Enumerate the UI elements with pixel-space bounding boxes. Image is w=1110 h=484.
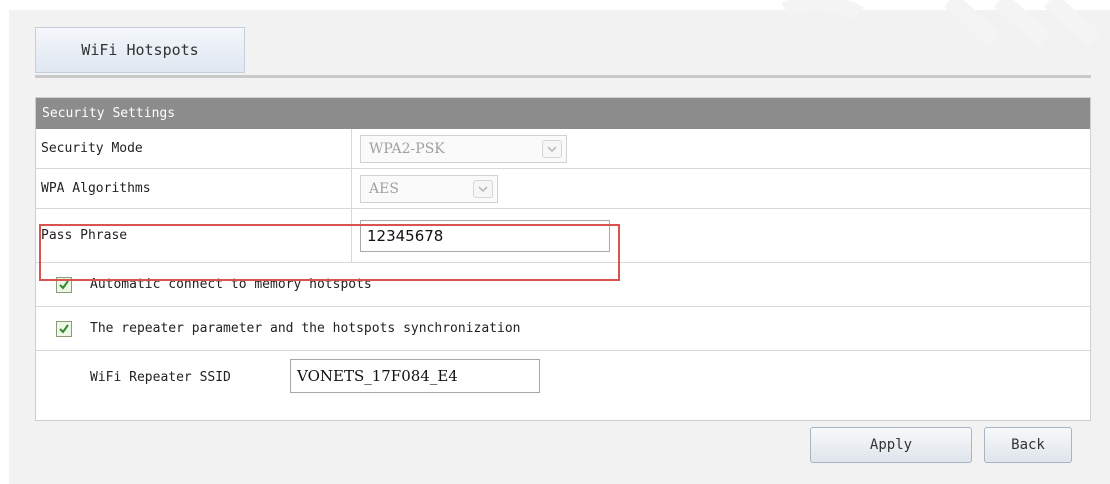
wpa-algorithms-value: AES — [369, 181, 399, 197]
section-header: Security Settings — [36, 98, 1090, 129]
pass-phrase-value: 12345678 — [367, 227, 444, 245]
pass-phrase-label: Pass Phrase — [41, 228, 128, 243]
repeater-ssid-value: VONETS_17F084_E4 — [297, 367, 458, 385]
checkmark-icon — [59, 324, 69, 334]
back-label: Back — [1011, 437, 1045, 453]
chevron-down-icon[interactable] — [542, 140, 562, 158]
auto-connect-checkbox[interactable] — [56, 277, 72, 293]
column-divider — [351, 169, 352, 208]
repeater-sync-row: The repeater parameter and the hotspots … — [36, 307, 1090, 351]
security-mode-row: Security Mode WPA2-PSK — [36, 129, 1090, 169]
auto-connect-label: Automatic connect to memory hotspots — [90, 277, 372, 292]
repeater-sync-label: The repeater parameter and the hotspots … — [90, 321, 521, 336]
auto-connect-row: Automatic connect to memory hotspots — [36, 263, 1090, 307]
apply-button[interactable]: Apply — [810, 427, 972, 463]
apply-label: Apply — [869, 437, 913, 453]
repeater-ssid-input[interactable]: VONETS_17F084_E4 — [290, 359, 540, 393]
checkmark-icon — [59, 280, 69, 290]
security-settings-table: Security Settings Security Mode WPA2-PSK… — [35, 97, 1091, 421]
pass-phrase-input[interactable]: 12345678 — [360, 220, 610, 252]
pass-phrase-row: Pass Phrase 12345678 — [36, 209, 1090, 263]
wpa-algorithms-row: WPA Algorithms AES — [36, 169, 1090, 209]
wpa-algorithms-label: WPA Algorithms — [41, 181, 151, 196]
repeater-ssid-label: WiFi Repeater SSID — [90, 369, 231, 385]
column-divider — [351, 209, 352, 262]
wpa-algorithms-select[interactable]: AES — [360, 175, 498, 203]
security-mode-value: WPA2-PSK — [369, 141, 445, 157]
security-mode-label: Security Mode — [41, 141, 143, 156]
repeater-ssid-row: WiFi Repeater SSID VONETS_17F084_E4 — [36, 351, 1090, 420]
tab-wifi-hotspots[interactable]: WiFi Hotspots — [35, 27, 245, 73]
tab-divider — [35, 75, 1091, 78]
repeater-sync-checkbox[interactable] — [56, 321, 72, 337]
security-mode-select[interactable]: WPA2-PSK — [360, 135, 567, 163]
tab-label: WiFi Hotspots — [81, 41, 199, 59]
chevron-down-icon[interactable] — [473, 180, 493, 198]
section-title: Security Settings — [42, 106, 176, 121]
column-divider — [351, 129, 352, 168]
back-button[interactable]: Back — [984, 427, 1072, 463]
